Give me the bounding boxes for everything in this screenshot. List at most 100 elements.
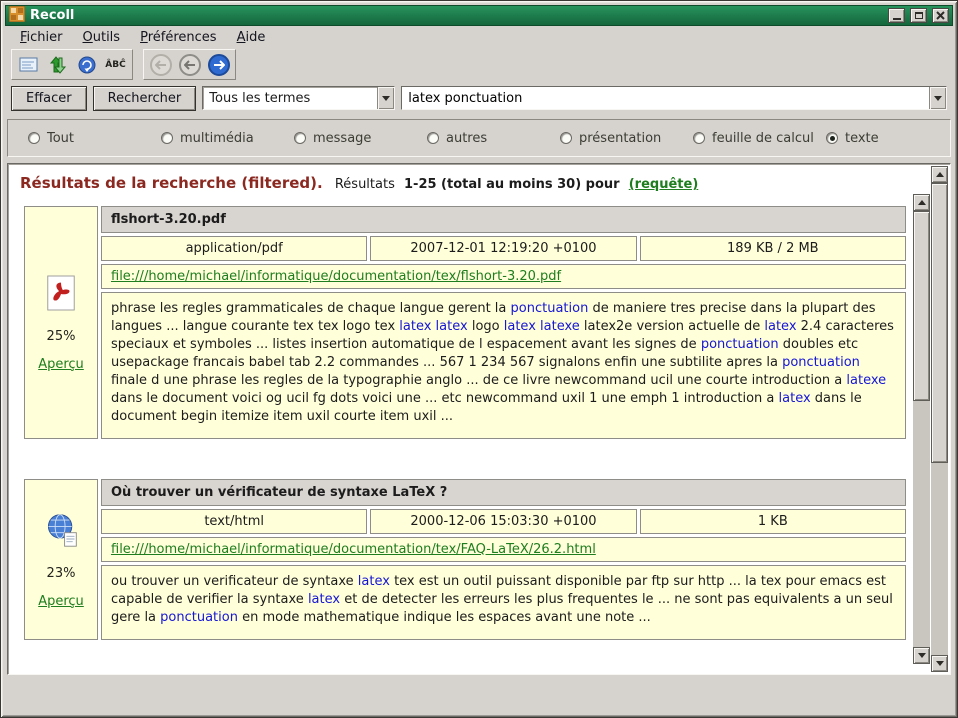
radio-icon: [826, 132, 838, 144]
results-count-prefix: Résultats: [335, 177, 395, 192]
toolbar-group-tools: ÂBĈ: [11, 49, 133, 80]
term-explorer-button[interactable]: ÂBĈ: [102, 52, 129, 77]
radio-icon: [28, 132, 40, 144]
result-table: Où trouver un vérificateur de syntaxe La…: [101, 479, 906, 640]
doc-size: 189 KB / 2 MB: [640, 236, 906, 261]
arrow-up-icon: [936, 172, 944, 177]
filter-label: présentation: [579, 131, 661, 146]
result-item: 23% Aperçu Où trouver un vérificateur de…: [24, 479, 906, 640]
result-meta-row: text/html 2000-12-06 15:03:30 +0100 1 KB: [101, 509, 906, 534]
result-url-row: file:///home/michael/informatique/docume…: [101, 537, 906, 562]
radio-icon: [161, 132, 173, 144]
results-panel: Résultats de la recherche (filtered). Ré…: [7, 163, 951, 675]
search-query-combobox: [401, 86, 947, 110]
filter-label: texte: [845, 131, 879, 146]
doc-date: 2000-12-06 15:03:30 +0100: [370, 509, 636, 534]
toolbar: ÂBĈ: [5, 48, 953, 81]
menu-item-fichier[interactable]: Fichier: [11, 28, 72, 47]
filter-radio-autres[interactable]: autres: [427, 131, 560, 146]
relevance-percent: 23%: [47, 566, 76, 581]
results-list: 25% Aperçu flshort-3.20.pdf application/…: [16, 206, 906, 640]
result-snippet: phrase les regles grammaticales de chaqu…: [101, 292, 906, 439]
radio-icon: [693, 132, 705, 144]
filter-radio-multimedia[interactable]: multimédia: [161, 131, 294, 146]
menu-item-aide[interactable]: Aide: [228, 28, 275, 47]
filter-label: Tout: [47, 131, 74, 146]
result-url-link[interactable]: file:///home/michael/informatique/docume…: [111, 542, 596, 557]
arrow-down-icon: [936, 661, 944, 666]
prev-page-button[interactable]: [176, 52, 203, 77]
recoll-window: Recoll Fichier Outils Préférences Aide Â…: [0, 0, 958, 718]
clear-field-icon: [19, 55, 39, 75]
result-table: flshort-3.20.pdf application/pdf 2007-12…: [101, 206, 906, 439]
mime-type: application/pdf: [101, 236, 367, 261]
first-page-button[interactable]: [147, 52, 174, 77]
minimize-icon: [893, 18, 901, 20]
filter-radio-tout[interactable]: Tout: [28, 131, 161, 146]
update-index-icon: [48, 55, 68, 75]
menu-bar: Fichier Outils Préférences Aide: [5, 26, 953, 48]
radio-icon: [294, 132, 306, 144]
close-button[interactable]: [932, 8, 949, 23]
search-query-input[interactable]: [402, 87, 929, 109]
search-button[interactable]: Rechercher: [93, 86, 197, 111]
result-meta-row: application/pdf 2007-12-01 12:19:20 +010…: [101, 236, 906, 261]
menu-item-preferences[interactable]: Préférences: [131, 28, 225, 47]
scroll-thumb[interactable]: [913, 211, 930, 401]
window-title: Recoll: [30, 8, 883, 23]
chevron-down-icon[interactable]: [929, 87, 946, 109]
result-side-panel: 25% Aperçu: [24, 206, 98, 439]
filter-label: feuille de calcul: [712, 131, 814, 146]
query-link[interactable]: (requête): [629, 177, 699, 192]
history-globe-icon: [77, 55, 97, 75]
filter-label: multimédia: [180, 131, 254, 146]
filter-radio-message[interactable]: message: [294, 131, 427, 146]
radio-icon: [427, 132, 439, 144]
scroll-down-button[interactable]: [931, 655, 948, 672]
result-url-row: file:///home/michael/informatique/docume…: [101, 264, 906, 289]
arrow-down-icon: [918, 653, 926, 658]
maximize-button[interactable]: [910, 8, 927, 23]
scroll-up-button[interactable]: [913, 194, 930, 211]
filter-label: message: [313, 131, 371, 146]
clear-button[interactable]: Effacer: [11, 86, 87, 111]
filter-bar: Tout multimédia message autres présentat…: [7, 119, 951, 157]
close-icon: [936, 11, 945, 20]
scroll-thumb[interactable]: [931, 183, 948, 463]
maximize-icon: [915, 12, 923, 19]
results-header: Résultats de la recherche (filtered). Ré…: [8, 164, 950, 192]
scroll-down-button[interactable]: [913, 647, 930, 664]
list-scrollbar-vertical[interactable]: [913, 194, 930, 664]
filter-radio-presentation[interactable]: présentation: [560, 131, 693, 146]
filter-radio-feuille-de-calcul[interactable]: feuille de calcul: [693, 131, 826, 146]
filter-radio-texte[interactable]: texte: [826, 131, 879, 146]
results-scrollbar-vertical[interactable]: [931, 166, 948, 672]
update-index-button[interactable]: [44, 52, 71, 77]
toolbar-group-navigation: [143, 49, 236, 80]
result-item: 25% Aperçu flshort-3.20.pdf application/…: [24, 206, 906, 439]
doc-history-button[interactable]: [73, 52, 100, 77]
menu-item-outils[interactable]: Outils: [74, 28, 130, 47]
result-snippet: ou trouver un verificateur de syntaxe la…: [101, 565, 906, 640]
minimize-button[interactable]: [888, 8, 905, 23]
doc-size: 1 KB: [640, 509, 906, 534]
arrow-up-icon: [918, 200, 926, 205]
doc-date: 2007-12-01 12:19:20 +0100: [370, 236, 636, 261]
preview-link[interactable]: Aperçu: [38, 594, 84, 609]
relevance-percent: 25%: [47, 329, 76, 344]
arrow-left-icon: [150, 54, 172, 76]
preview-link[interactable]: Aperçu: [38, 357, 84, 372]
result-side-panel: 23% Aperçu: [24, 479, 98, 640]
result-title: Où trouver un vérificateur de syntaxe La…: [101, 479, 906, 506]
filter-label: autres: [446, 131, 487, 146]
next-page-button[interactable]: [205, 52, 232, 77]
results-count-range: 1-25 (total au moins 30) pour: [404, 177, 620, 192]
scroll-up-button[interactable]: [931, 166, 948, 183]
clear-field-button[interactable]: [15, 52, 42, 77]
search-mode-select[interactable]: Tous les termes: [202, 86, 395, 110]
search-bar: Effacer Rechercher Tous les termes: [5, 81, 953, 115]
chevron-down-icon[interactable]: [377, 87, 394, 109]
arrow-left-icon: [179, 54, 201, 76]
result-url-link[interactable]: file:///home/michael/informatique/docume…: [111, 269, 561, 284]
results-title: Résultats de la recherche (filtered).: [20, 174, 323, 192]
